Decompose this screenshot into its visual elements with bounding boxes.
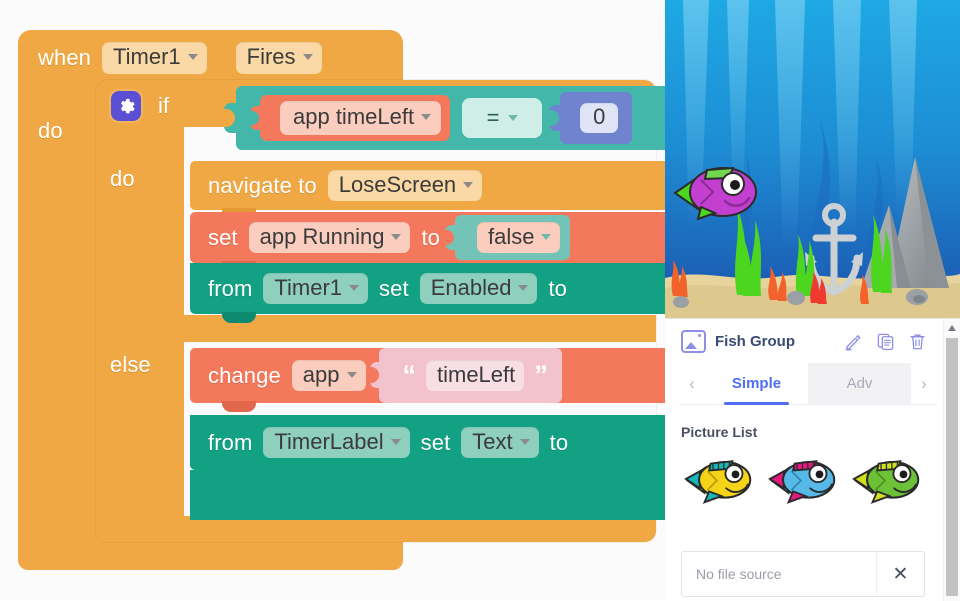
navigate-keyword: navigate to <box>208 172 317 198</box>
gear-icon[interactable] <box>111 91 141 121</box>
chevron-down-icon <box>541 233 552 240</box>
set-variable-dropdown[interactable]: app Running <box>248 221 411 254</box>
scrollbar-thumb[interactable] <box>946 338 958 596</box>
from-keyword: from <box>208 429 253 455</box>
when-row: when Timer1 Fires <box>38 42 322 74</box>
panel-title: Fish Group <box>715 332 795 350</box>
chevron-down-icon <box>519 438 530 445</box>
from-keyword: from <box>208 275 253 301</box>
to-keyword: to <box>548 275 568 301</box>
if-do-label: do <box>110 166 135 191</box>
component-label: TimerLabel <box>274 428 384 454</box>
quote-open: “ <box>402 359 417 390</box>
picture-list-label: Picture List <box>681 424 758 440</box>
chevron-down-icon <box>390 438 401 445</box>
change-variable-label: app <box>302 361 340 387</box>
boolean-dropdown[interactable]: false <box>477 221 561 254</box>
properties-panel[interactable]: Fish Group ‹ Simple Adv › Picture List N… <box>665 318 960 601</box>
list-item[interactable] <box>765 448 843 510</box>
chevron-down-icon <box>302 53 313 60</box>
list-item[interactable] <box>849 448 927 510</box>
picture-icon <box>681 329 706 353</box>
chevron-down-icon <box>507 114 518 121</box>
event-name-label: Fires <box>246 44 296 69</box>
event-component-label: Timer1 <box>113 44 181 69</box>
set-keyword: set <box>420 429 451 455</box>
property-label: Enabled <box>430 274 512 300</box>
scroll-up-arrow-icon[interactable] <box>944 319 960 336</box>
text-input[interactable]: timeLeft <box>426 359 525 392</box>
chevron-down-icon <box>518 284 529 291</box>
number-input[interactable]: 0 <box>580 103 619 133</box>
block-notch <box>222 401 256 412</box>
to-keyword: to <box>549 429 569 455</box>
block-set-label-text[interactable]: from TimerLabel set Text to <box>190 415 665 470</box>
getter-label: app timeLeft <box>293 104 415 130</box>
if-else-label: else <box>110 352 151 377</box>
getter-dropdown[interactable]: app timeLeft <box>280 101 442 135</box>
edit-icon[interactable] <box>844 332 863 351</box>
set-variable-label: app Running <box>259 223 385 249</box>
block-number[interactable]: 0 <box>549 92 633 144</box>
block-green-tail <box>190 470 665 520</box>
chevron-down-icon <box>391 233 402 240</box>
block-navigate-to[interactable]: navigate to LoseScreen <box>190 161 665 219</box>
compare-plug <box>224 103 238 133</box>
event-name-dropdown[interactable]: Fires <box>235 42 322 74</box>
set-keyword: set <box>208 224 238 250</box>
block-set-component-property[interactable]: from Timer1 set Enabled to <box>190 263 665 323</box>
block-text-string[interactable]: “ timeLeft ” <box>369 348 562 403</box>
delete-icon[interactable] <box>908 332 927 351</box>
chevron-down-icon <box>187 53 198 60</box>
file-source-input[interactable]: No file source <box>682 566 876 582</box>
tabs-prev-button[interactable]: ‹ <box>679 374 705 394</box>
close-icon[interactable]: ✕ <box>876 552 924 596</box>
chevron-down-icon <box>463 181 474 188</box>
event-do-label: do <box>38 118 63 143</box>
chevron-down-icon <box>346 371 357 378</box>
navigate-target-label: LoseScreen <box>338 171 457 197</box>
component-dropdown[interactable]: TimerLabel <box>263 426 410 459</box>
duplicate-icon[interactable] <box>876 332 895 351</box>
list-item[interactable] <box>681 448 759 510</box>
property-dropdown[interactable]: Enabled <box>419 272 538 305</box>
panel-scrollbar[interactable] <box>943 319 960 601</box>
panel-tabs[interactable]: ‹ Simple Adv › <box>679 363 937 405</box>
change-keyword: change <box>208 362 281 388</box>
block-compare-equals[interactable]: app timeLeft = 0 <box>224 86 665 150</box>
component-dropdown[interactable]: Timer1 <box>263 272 369 305</box>
operator-dropdown[interactable]: = <box>462 98 543 138</box>
picture-list-thumbnails[interactable] <box>679 448 937 510</box>
quote-close: ” <box>534 359 548 390</box>
change-variable-dropdown[interactable]: app <box>291 359 366 392</box>
block-set-variable[interactable]: set app Running to false <box>190 212 665 272</box>
component-label: Timer1 <box>274 274 343 300</box>
property-label: Text <box>472 428 513 454</box>
app-preview[interactable] <box>665 0 960 318</box>
operator-label: = <box>486 105 500 130</box>
if-header: if <box>111 91 169 121</box>
when-keyword: when <box>38 44 91 70</box>
blocks-canvas[interactable]: when Timer1 Fires do if do else app time… <box>0 0 665 600</box>
set-keyword: set <box>379 275 409 301</box>
file-source-field[interactable]: No file source ✕ <box>681 551 925 597</box>
block-boolean-false[interactable]: false <box>444 215 571 260</box>
set-to-keyword: to <box>421 224 440 250</box>
property-dropdown[interactable]: Text <box>461 426 539 459</box>
block-variable-getter[interactable]: app timeLeft <box>249 95 451 141</box>
underwater-scene-image <box>665 0 960 318</box>
if-keyword: if <box>158 93 170 118</box>
boolean-label: false <box>488 223 535 249</box>
panel-header: Fish Group <box>679 319 937 363</box>
tab-simple[interactable]: Simple <box>705 363 808 405</box>
block-change-variable[interactable]: change app “ timeLeft ” <box>190 348 665 412</box>
tab-advanced[interactable]: Adv <box>808 363 911 404</box>
chevron-down-icon <box>349 284 360 291</box>
navigate-target-dropdown[interactable]: LoseScreen <box>327 169 483 202</box>
block-notch <box>222 312 256 323</box>
event-component-dropdown[interactable]: Timer1 <box>102 42 207 74</box>
chevron-down-icon <box>421 114 432 120</box>
tabs-next-button[interactable]: › <box>911 374 937 394</box>
block-hat-foot <box>18 542 403 570</box>
